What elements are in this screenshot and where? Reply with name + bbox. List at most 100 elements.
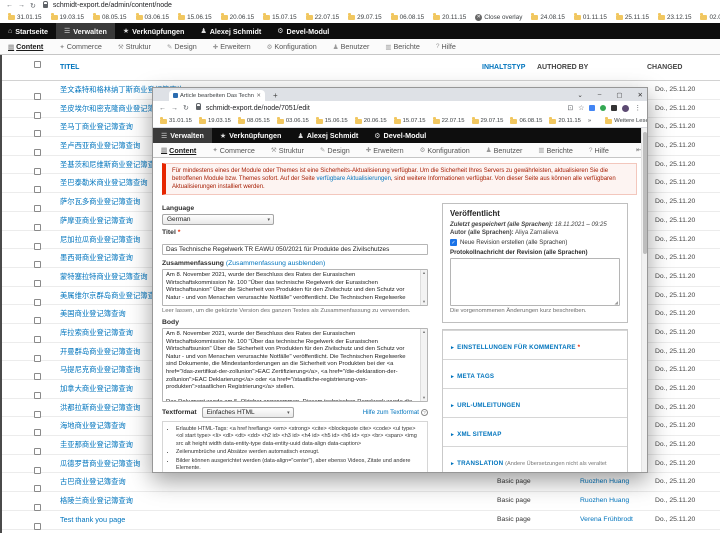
summary-textarea[interactable]: Am 8. November 2021, wurde der Beschluss… [163,270,427,305]
reload-icon[interactable]: ↻ [183,104,189,112]
admin-menu-item[interactable]: ▤ Content [153,146,204,155]
row-title-link[interactable]: 萨摩亚商业登记簿查询 [60,212,133,231]
admin-toolbar-item[interactable]: ⌂ Startseite [0,23,56,39]
bookmark-item[interactable]: 15.07.15 [263,14,297,21]
admin-menu-item[interactable]: ? Hilfe [581,146,617,155]
row-title-link[interactable]: 圣马丁商业登记簿查询 [60,118,133,137]
header-inhaltstyp[interactable]: INHALTSTYP [482,64,525,71]
admin-toolbar-item[interactable]: ★ Verknüpfungen [115,23,193,39]
bookmark-close-overlay[interactable]: ✕ Close overlay [475,14,522,21]
bookmark-item[interactable]: 19.03.15 [51,14,85,21]
bookmark-item[interactable]: 15.07.15 [394,118,426,124]
title-input[interactable] [162,244,428,255]
bookmark-item[interactable]: 20.06.15 [221,14,255,21]
textarea-scrollbar[interactable]: ▴▾ [420,329,427,401]
popup-browser-tab[interactable]: Article bearbeiten Das Technisch ✕ [169,90,265,101]
select-all-checkbox[interactable] [34,61,41,68]
admin-menu-item[interactable]: ⚒ Struktur [110,42,159,51]
admin-menu-item[interactable]: ⚙ Konfiguration [412,146,478,155]
popup-titlebar[interactable]: Article bearbeiten Das Technisch ✕ + ⌄ –… [153,88,647,101]
row-author-link[interactable]: Verena Frühbrodt [580,511,633,530]
bookmark-item[interactable]: 20.11.15 [549,118,581,124]
admin-toolbar-item[interactable]: ♟ Alexej Schmidt [289,128,366,143]
row-title-link[interactable]: 墨西哥商业登记簿查询 [60,249,133,268]
row-title-link[interactable]: 萨尔瓦多商业登记簿查询 [60,193,140,212]
row-author-link[interactable]: Ruozhen Huang [580,473,629,492]
revision-log-textarea[interactable] [451,259,619,305]
back-icon[interactable]: ← [6,2,13,9]
bookmark-item[interactable]: 08.05.15 [238,118,270,124]
admin-menu-item[interactable]: ▥ Berichte [530,146,581,155]
row-title-link[interactable]: 加拿大商业登记簿查询 [60,380,133,399]
row-title-link[interactable]: 开曼群岛商业登记簿查询 [60,343,140,362]
row-author-link[interactable]: Ruozhen Huang [580,492,629,511]
profile-avatar[interactable] [622,105,629,112]
admin-toolbar-item[interactable]: ♟ Alexej Schmidt [192,23,269,39]
collapsible-section[interactable]: ►XML SITEMAP [443,417,627,446]
bookmark-item[interactable]: 24.08.15 [531,14,565,21]
browser-menu-icon[interactable]: ⋮ [634,104,641,112]
available-updates-link[interactable]: verfügbare Aktualisierungen [317,176,391,182]
outer-address-input[interactable]: schmidt-export.de/admin/content/node [53,2,172,9]
popup-scrollbar[interactable] [641,128,647,473]
collapsible-section[interactable]: ►URL-UMLEITUNGEN [443,388,627,417]
bookmark-item[interactable]: 03.06.15 [277,118,309,124]
bookmark-star-icon[interactable]: ☆ [578,104,584,112]
window-chevron-icon[interactable]: ⌄ [577,91,582,99]
window-close-button[interactable]: ✕ [638,91,643,99]
textformat-select[interactable]: Einfaches HTML ▾ [202,407,294,418]
bookmark-item[interactable]: 20.06.15 [355,118,387,124]
row-title-link[interactable]: 美国商业登记簿查询 [60,305,126,324]
bookmark-item[interactable]: 23.12.15 [658,14,692,21]
bookmark-item[interactable]: 06.08.15 [510,118,542,124]
window-maximize-button[interactable]: ▢ [616,91,622,99]
admin-menu-item[interactable]: ✦ Commerce [51,42,110,51]
reload-icon[interactable]: ↻ [30,2,36,10]
bookmark-item[interactable]: 15.06.15 [316,118,348,124]
row-title-link[interactable]: 尼加拉瓜商业登记簿查询 [60,231,140,250]
admin-menu-item[interactable]: ▥ Berichte [377,42,428,51]
extension-icon[interactable] [611,105,617,111]
share-icon[interactable]: ⊡ [567,104,573,112]
bookmark-item[interactable]: 01.11.15 [574,14,607,21]
admin-menu-item[interactable]: ✚ Erweitern [358,146,412,155]
admin-toolbar-item[interactable]: ☰ Verwalten [153,128,212,143]
row-title-link[interactable]: 圣基茨和尼维斯商业登记簿查询 [60,156,162,175]
collapsible-section[interactable]: ►EINSTELLUNGEN FÜR KOMMENTARE * [443,330,627,359]
row-title-link[interactable]: 瓜德罗普商业登记簿查询 [60,455,140,474]
collapsible-section[interactable]: ►META TAGS [443,359,627,388]
admin-toolbar-item[interactable]: ☰ Verwalten [56,23,115,39]
back-icon[interactable]: ← [159,105,166,112]
new-revision-checkbox[interactable]: ✓ [450,239,457,246]
tab-close-icon[interactable]: ✕ [256,93,261,99]
row-title-link[interactable]: 库拉索商业登记簿查询 [60,324,133,343]
row-title-link[interactable]: 圭亚那商业登记簿查询 [60,436,133,455]
admin-toolbar-item[interactable]: ⚙ Devel-Modul [269,23,337,39]
summary-toggle-link[interactable]: (Zusammenfassung ausblenden) [226,260,325,267]
body-textarea[interactable]: Am 8. November 2021, wurde der Beschluss… [163,329,427,401]
popup-address-input[interactable]: schmidt-export.de/node/7051/edit [206,105,310,112]
admin-menu-item[interactable]: ⚙ Konfiguration [259,42,325,51]
row-title-link[interactable]: 美属维尔京群岛商业登记簿查询 [60,287,162,306]
bookmark-item[interactable]: 22.07.15 [433,118,465,124]
textformat-help-link[interactable]: Hilfe zum Textformat ? [363,409,428,416]
bookmark-item[interactable]: 25.11.15 [616,14,649,21]
bookmark-item[interactable]: 20.11.15 [433,14,466,21]
window-minimize-button[interactable]: – [598,91,602,98]
language-select[interactable]: German ▾ [162,214,274,225]
admin-menu-item[interactable]: ▤ Content [0,42,51,51]
row-title-link[interactable]: 蒙特塞拉特商业登记簿查询 [60,268,148,287]
bookmark-item[interactable]: 08.05.15 [93,14,127,21]
new-tab-button[interactable]: + [273,90,278,101]
forward-icon[interactable]: → [171,105,178,112]
resize-grip-icon[interactable]: ◢ [615,301,618,305]
row-title-link[interactable]: 洪都拉斯商业登记簿查询 [60,399,140,418]
row-title-link[interactable]: 圣巴泰勒米商业登记簿查询 [60,174,148,193]
row-author-link[interactable]: Ruozhen Huang [580,530,629,533]
admin-menu-item[interactable]: ✦ Commerce [204,146,263,155]
scrollbar-thumb[interactable] [643,132,647,254]
admin-menu-item[interactable]: ✎ Design [159,42,205,51]
bookmark-item[interactable]: 31.01.15 [160,118,192,124]
extension-icon[interactable] [589,105,595,111]
extension-icon[interactable] [600,105,606,111]
